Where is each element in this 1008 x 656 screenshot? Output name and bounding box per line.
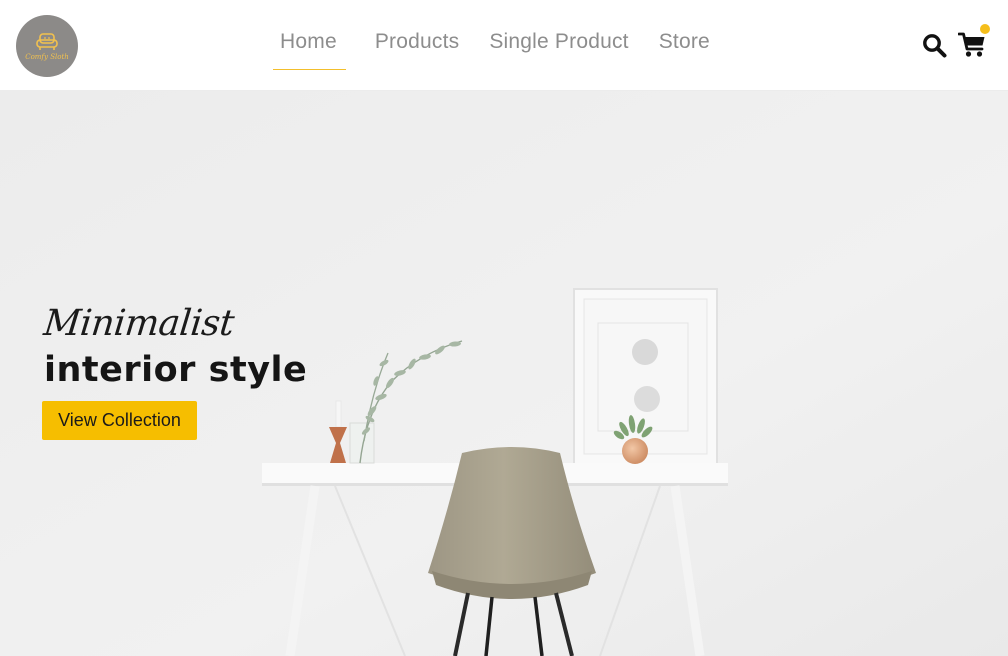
- nav-item-single-product: Single Product: [489, 24, 628, 70]
- nav-link-home[interactable]: Home: [268, 24, 345, 54]
- hero-title: interior style: [44, 350, 308, 390]
- logo-text: Comfy Sloth: [25, 52, 69, 61]
- sofa-logo-icon: [36, 32, 58, 50]
- nav-item-products: Products: [375, 24, 459, 70]
- picture-frame: [573, 288, 718, 465]
- nav-link-products[interactable]: Products: [375, 24, 459, 54]
- hero-section: Minimalist interior style View Collectio…: [0, 91, 1008, 656]
- brand-logo[interactable]: Comfy Sloth: [16, 15, 78, 77]
- search-icon[interactable]: [922, 33, 947, 58]
- hero-subtitle: Minimalist: [41, 303, 236, 344]
- cart-notification-dot: [980, 24, 990, 34]
- nav-item-store: Store: [659, 24, 710, 70]
- main-nav: Home Products Single Product Store: [268, 24, 740, 70]
- view-collection-button[interactable]: View Collection: [42, 401, 197, 440]
- nav-link-store[interactable]: Store: [659, 24, 710, 54]
- nav-item-home: Home: [268, 24, 346, 70]
- navbar: Comfy Sloth Home Products Single Product…: [0, 0, 1008, 91]
- nav-link-single-product[interactable]: Single Product: [489, 24, 628, 54]
- cart-icon[interactable]: [958, 32, 986, 58]
